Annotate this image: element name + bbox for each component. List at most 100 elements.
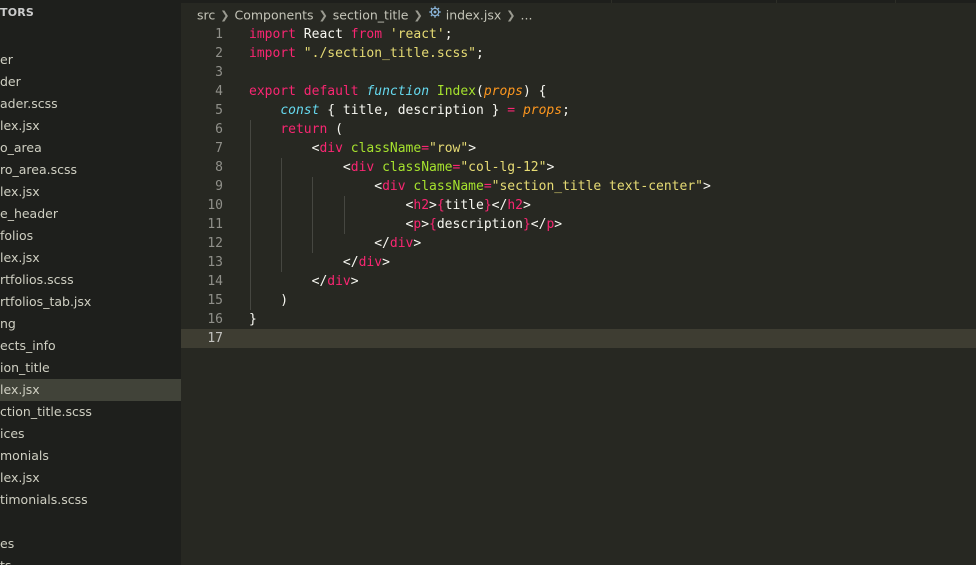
sidebar-file-item[interactable]: ion_title	[0, 357, 181, 379]
code-text: export default function Index(props) {	[249, 82, 546, 101]
sidebar-file-item[interactable]: ction_title.scss	[0, 401, 181, 423]
code-token: "col-lg-12"	[460, 160, 547, 175]
sidebar-file-item[interactable]: lex.jsx	[0, 247, 181, 269]
line-number: 4	[215, 84, 223, 99]
code-token: div	[382, 179, 406, 194]
code-text: return (	[249, 120, 343, 139]
code-line: 5 const { title, description } = props;	[181, 101, 976, 120]
sidebar-file-item[interactable]: ng	[0, 313, 181, 335]
code-token: }	[483, 198, 492, 213]
code-token: import	[249, 46, 296, 61]
tab-bar-strip	[181, 0, 976, 3]
breadcrumb-item-src[interactable]: src	[197, 8, 215, 23]
code-token: }	[522, 217, 531, 232]
tab-divider	[776, 0, 777, 3]
code-token: (	[327, 122, 343, 137]
line-number: 17	[207, 331, 223, 346]
sidebar-file-item[interactable]: lex.jsx	[0, 379, 181, 401]
sidebar-file-item[interactable]: folios	[0, 225, 181, 247]
code-token: default	[303, 84, 359, 99]
line-number: 1	[215, 27, 223, 42]
sidebar-file-item[interactable]: ects_info	[0, 335, 181, 357]
breadcrumb-item-section-title[interactable]: section_title	[333, 8, 409, 23]
code-token: ;	[475, 46, 484, 61]
explorer-section-header[interactable]: TORS	[0, 6, 34, 22]
code-token: 'react'	[389, 27, 445, 42]
sidebar-file-item[interactable]: der	[0, 71, 181, 93]
code-token: >	[382, 255, 390, 270]
sidebar-file-item[interactable]: ader.scss	[0, 93, 181, 115]
breadcrumb-item-components[interactable]: Components	[234, 8, 313, 23]
code-text: import React from 'react';	[249, 25, 453, 44]
code-text: )	[249, 291, 288, 310]
sidebar-file-item[interactable]: e_header	[0, 203, 181, 225]
code-token: >	[546, 160, 555, 175]
breadcrumb-item-file[interactable]: index.jsx	[446, 8, 502, 23]
code-token: const	[280, 103, 320, 118]
sidebar-file-item[interactable]: rtfolios_tab.jsx	[0, 291, 181, 313]
sidebar-file-item[interactable]: timonials.scss	[0, 489, 181, 511]
code-token: { title, description }	[319, 103, 508, 118]
line-number: 14	[207, 274, 223, 289]
code-token: ;	[444, 27, 453, 42]
code-line: 10 <h2>{title}</h2>	[181, 196, 976, 215]
breadcrumb-item-symbol[interactable]: ...	[521, 8, 533, 23]
line-number: 5	[215, 103, 223, 118]
code-token: title	[444, 198, 484, 213]
sidebar-file-item[interactable]: ts	[0, 555, 181, 565]
sidebar-file-item[interactable]: o_area	[0, 137, 181, 159]
line-number: 12	[207, 236, 223, 251]
code-editor[interactable]: 1 import React from 'react'; 2 import "./se…	[181, 24, 976, 565]
line-number: 13	[207, 255, 223, 270]
sidebar-file-item[interactable]: rtfolios.scss	[0, 269, 181, 291]
react-gear-icon	[429, 6, 441, 18]
code-token: <	[249, 198, 414, 213]
code-token: ) {	[522, 84, 547, 99]
code-token: >	[468, 141, 477, 156]
code-line: 1 import React from 'react';	[181, 25, 976, 44]
sidebar-file-item[interactable]: es	[0, 533, 181, 555]
code-token: </	[249, 255, 359, 270]
code-token: className	[382, 160, 453, 175]
code-token: props	[522, 103, 563, 118]
chevron-right-icon: ❯	[506, 8, 516, 22]
code-line: 6 return (	[181, 120, 976, 139]
sidebar-file-item[interactable]: er	[0, 49, 181, 71]
sidebar-file-item[interactable]: ices	[0, 423, 181, 445]
breadcrumb: src ❯ Components ❯ section_title ❯ index.jsx ❯.…	[197, 5, 532, 23]
code-token: className	[350, 141, 422, 156]
code-token: h2	[507, 198, 523, 213]
code-token: </	[249, 236, 390, 251]
code-token: <	[249, 179, 383, 194]
code-text: <div className="section_title text-cente…	[249, 177, 711, 196]
sidebar-file-item[interactable]: lex.jsx	[0, 181, 181, 203]
code-text: <h2>{title}</h2>	[249, 196, 531, 215]
tab-divider	[611, 0, 612, 3]
code-token: <	[249, 160, 351, 175]
line-number: 8	[215, 160, 223, 175]
code-token: <	[249, 141, 320, 156]
code-token: export	[249, 84, 296, 99]
code-token: className	[413, 179, 484, 194]
code-token: {	[429, 217, 437, 232]
chevron-right-icon: ❯	[220, 8, 230, 22]
chevron-right-icon: ❯	[413, 8, 423, 22]
code-line: 9 <div className="section_title text-cen…	[181, 177, 976, 196]
code-token: function	[366, 84, 430, 99]
code-text: <p>{description}</p>	[249, 215, 563, 234]
sidebar-file-item[interactable]: lex.jsx	[0, 115, 181, 137]
sidebar-file-item[interactable]: monials	[0, 445, 181, 467]
chevron-right-icon: ❯	[318, 8, 328, 22]
sidebar-file-item[interactable]: lex.jsx	[0, 467, 181, 489]
line-number: 2	[215, 46, 223, 61]
code-text: <div className="row">	[249, 139, 476, 158]
sidebar-file-item[interactable]: ro_area.scss	[0, 159, 181, 181]
tab-divider	[895, 0, 896, 3]
sidebar-file-item[interactable]	[0, 511, 181, 533]
code-token: >	[702, 179, 711, 194]
